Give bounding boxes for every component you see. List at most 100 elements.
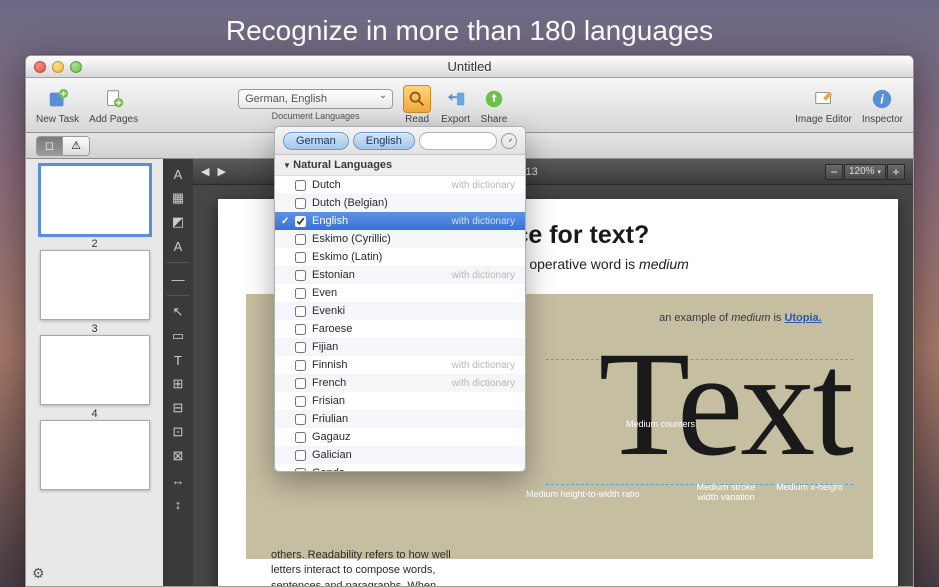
new-task-button[interactable]: New Task: [36, 85, 79, 125]
language-name: Frisian: [312, 395, 345, 407]
tab-pages-icon[interactable]: ◻: [37, 137, 63, 155]
inspector-icon: i: [871, 88, 893, 110]
language-checkbox[interactable]: [295, 378, 306, 389]
language-checkbox[interactable]: [295, 180, 306, 191]
language-row[interactable]: Friulian: [275, 410, 525, 428]
pill-english[interactable]: English: [353, 132, 415, 150]
dictionary-badge: with dictionary: [452, 360, 515, 371]
annotation-ratio: Medium height-to-width ratio: [526, 489, 640, 499]
dictionary-badge: with dictionary: [452, 378, 515, 389]
language-row[interactable]: Fijian: [275, 338, 525, 356]
language-section-header[interactable]: Natural Languages: [275, 155, 525, 176]
language-checkbox[interactable]: [295, 450, 306, 461]
language-row[interactable]: Finnishwith dictionary: [275, 356, 525, 374]
language-name: Eskimo (Cyrillic): [312, 233, 391, 245]
thumbnail[interactable]: 2: [40, 165, 150, 250]
zoom-value[interactable]: 120%: [844, 164, 886, 180]
language-row[interactable]: Even: [275, 284, 525, 302]
language-name: Even: [312, 287, 337, 299]
inspector-button[interactable]: i Inspector: [862, 85, 903, 125]
language-row[interactable]: Estonian with dictionary: [275, 266, 525, 284]
vtool-10[interactable]: ⊡: [166, 421, 190, 443]
language-row[interactable]: Faroese: [275, 320, 525, 338]
share-button[interactable]: Share: [480, 85, 508, 125]
vtool-7[interactable]: T: [166, 349, 190, 371]
language-row[interactable]: Dutch with dictionary: [275, 176, 525, 194]
language-checkbox[interactable]: [295, 216, 306, 227]
language-checkbox[interactable]: [295, 414, 306, 425]
zoom-out-button[interactable]: −: [825, 164, 843, 180]
vtool-12[interactable]: ↔: [166, 469, 190, 491]
language-name: Galician: [312, 449, 352, 461]
dictionary-badge: with dictionary: [452, 270, 515, 281]
language-name: Gagauz: [312, 431, 351, 443]
language-name: Dutch: [312, 179, 341, 191]
image-editor-button[interactable]: Image Editor: [795, 85, 852, 125]
vtool-2[interactable]: ◩: [166, 211, 190, 233]
vtool-5[interactable]: ↖: [166, 301, 190, 323]
thumbnail[interactable]: [40, 420, 150, 490]
annotation-counters: Medium counters: [626, 419, 695, 429]
image-editor-icon: [813, 88, 835, 110]
pill-german[interactable]: German: [283, 132, 349, 150]
new-task-icon: [47, 88, 69, 110]
language-row[interactable]: Eskimo (Latin): [275, 248, 525, 266]
language-checkbox[interactable]: [295, 324, 306, 335]
vtool-13[interactable]: ↕: [166, 493, 190, 515]
language-dropdown[interactable]: German, English: [238, 89, 393, 109]
language-row[interactable]: Ganda: [275, 464, 525, 471]
language-name: Estonian: [312, 269, 355, 281]
language-name: Ganda: [312, 467, 345, 471]
thumbnail[interactable]: 4: [40, 335, 150, 420]
language-checkbox[interactable]: [295, 306, 306, 317]
language-name: Fijian: [312, 341, 338, 353]
language-row[interactable]: Englishwith dictionary: [275, 212, 525, 230]
language-search-input[interactable]: [419, 132, 497, 150]
language-row[interactable]: Evenki: [275, 302, 525, 320]
vtool-4[interactable]: —: [166, 268, 190, 290]
language-checkbox[interactable]: [295, 288, 306, 299]
language-row[interactable]: Eskimo (Cyrillic): [275, 230, 525, 248]
vtool-11[interactable]: ⊠: [166, 445, 190, 467]
thumbnail[interactable]: 3: [40, 250, 150, 335]
export-button[interactable]: Export: [441, 85, 470, 125]
language-row[interactable]: Gagauz: [275, 428, 525, 446]
language-row[interactable]: Galician: [275, 446, 525, 464]
language-row[interactable]: Frisian: [275, 392, 525, 410]
language-name: Friulian: [312, 413, 348, 425]
language-name: French: [312, 377, 346, 389]
language-checkbox[interactable]: [295, 198, 306, 209]
vtool-9[interactable]: ⊟: [166, 397, 190, 419]
language-checkbox[interactable]: [295, 270, 306, 281]
recent-icon[interactable]: [501, 133, 517, 149]
vtool-6[interactable]: ▭: [166, 325, 190, 347]
add-pages-button[interactable]: Add Pages: [89, 85, 138, 125]
annotation-stroke: Medium stroke width variation: [690, 482, 762, 502]
read-button[interactable]: Read: [403, 85, 431, 125]
language-name: Evenki: [312, 305, 345, 317]
zoom-in-button[interactable]: +: [887, 164, 905, 180]
specimen-text: Text: [599, 329, 851, 479]
vtool-8[interactable]: ⊞: [166, 373, 190, 395]
titlebar[interactable]: Untitled: [26, 56, 913, 78]
vtool-0[interactable]: A: [166, 163, 190, 185]
gear-icon[interactable]: ⚙: [32, 565, 45, 582]
dictionary-badge: with dictionary: [452, 180, 515, 191]
tab-warnings-icon[interactable]: ⚠: [63, 137, 89, 155]
language-checkbox[interactable]: [295, 468, 306, 472]
language-row[interactable]: French with dictionary: [275, 374, 525, 392]
history-fwd-icon[interactable]: ▶: [217, 166, 225, 178]
page-body-text: others. Readability refers to how well l…: [271, 548, 466, 586]
dictionary-badge: with dictionary: [452, 216, 515, 227]
history-back-icon[interactable]: ◀: [201, 166, 209, 178]
language-checkbox[interactable]: [295, 396, 306, 407]
vtool-3[interactable]: A: [166, 235, 190, 257]
language-row[interactable]: Dutch (Belgian): [275, 194, 525, 212]
vtool-1[interactable]: ▦: [166, 187, 190, 209]
language-checkbox[interactable]: [295, 252, 306, 263]
language-checkbox[interactable]: [295, 360, 306, 371]
language-checkbox[interactable]: [295, 234, 306, 245]
language-checkbox[interactable]: [295, 342, 306, 353]
language-list[interactable]: Dutch with dictionary Dutch (Belgian)Engli…: [275, 176, 525, 471]
language-checkbox[interactable]: [295, 432, 306, 443]
